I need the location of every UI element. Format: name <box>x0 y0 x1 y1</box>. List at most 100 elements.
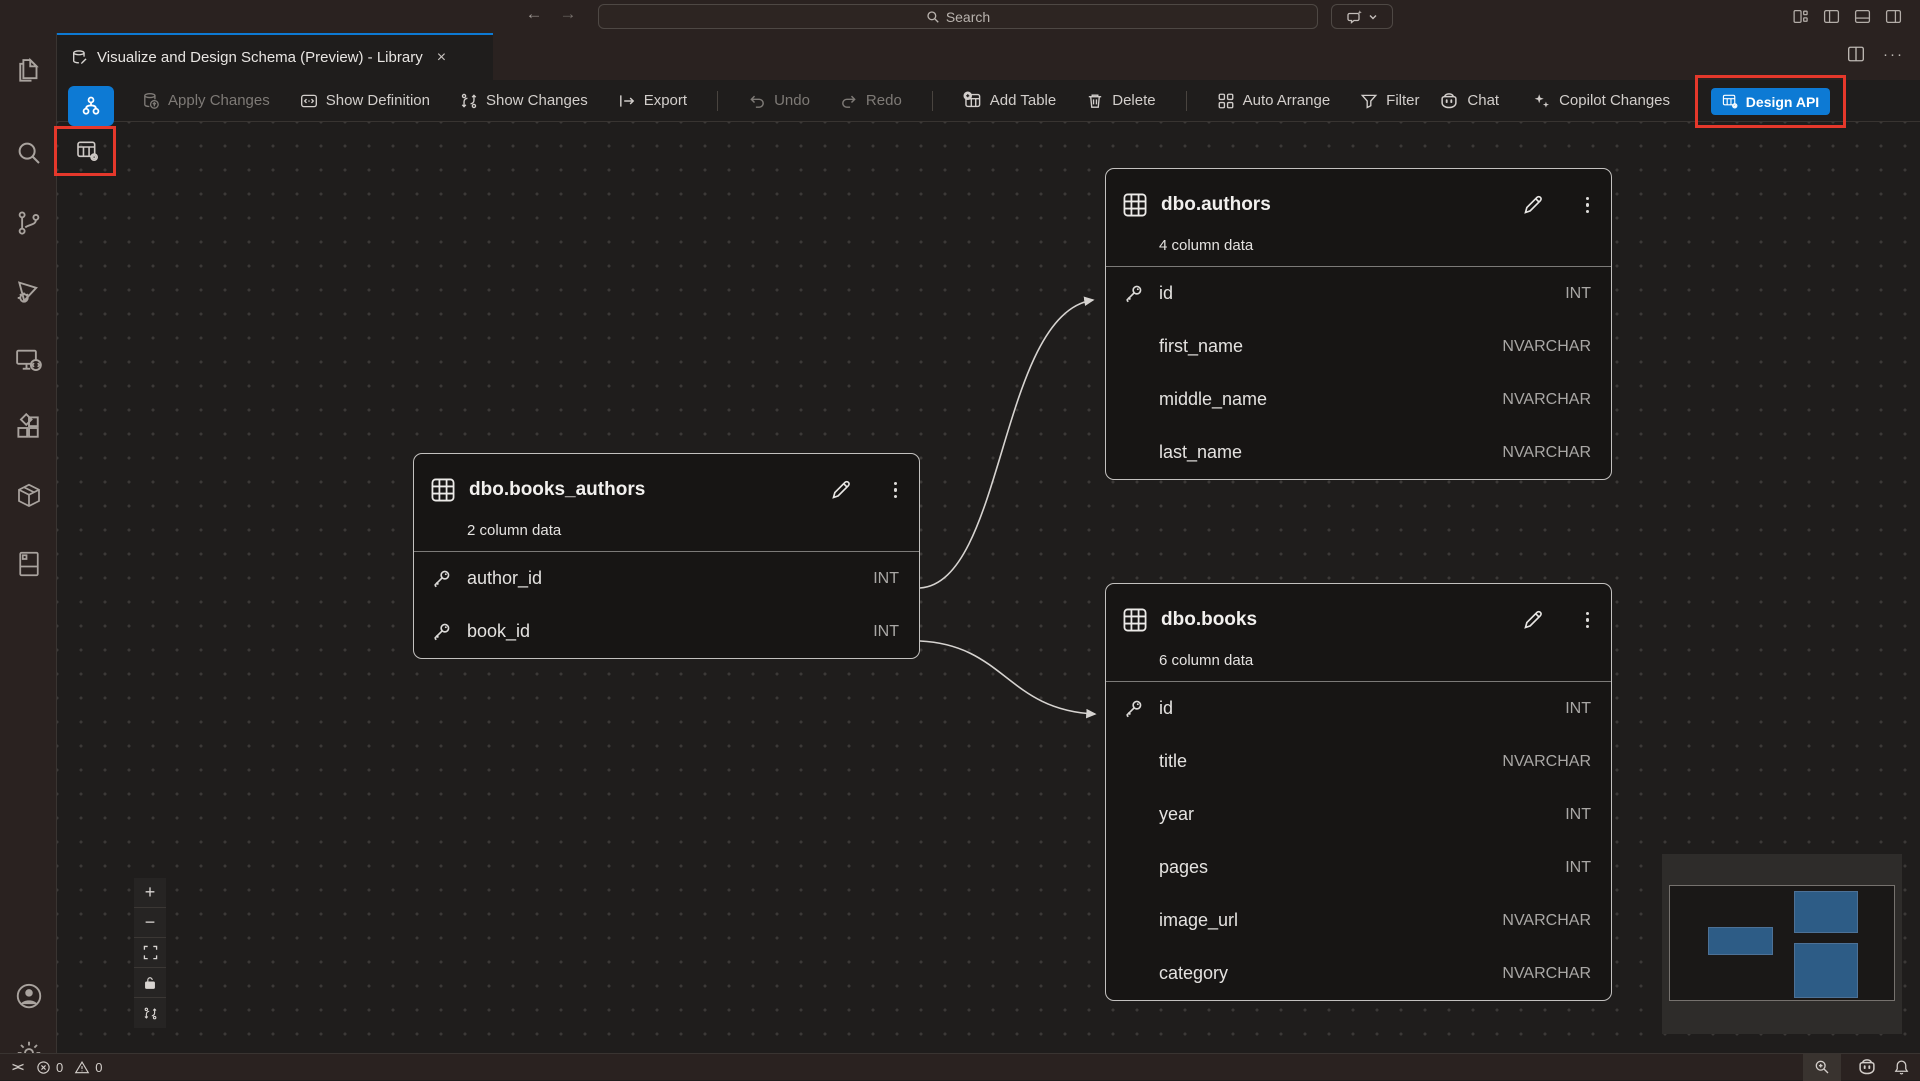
chat-label: Chat <box>1467 92 1499 109</box>
table-row[interactable]: id INT <box>1106 267 1611 320</box>
column-name: pages <box>1159 857 1565 878</box>
search-input[interactable]: Search <box>598 4 1318 29</box>
table-card-authors[interactable]: dbo.authors 4 column data id INT first_n… <box>1105 168 1612 480</box>
explorer-icon[interactable] <box>0 55 57 85</box>
forward-arrow-button[interactable]: → <box>556 4 580 24</box>
table-row[interactable]: book_id INT <box>414 605 919 658</box>
minimap[interactable] <box>1662 854 1902 1034</box>
toggle-secondary-sidebar-icon[interactable] <box>1885 8 1902 25</box>
run-debug-icon[interactable] <box>0 276 57 306</box>
table-row[interactable]: year INT <box>1106 788 1611 841</box>
copilot-chat-button[interactable] <box>1331 4 1393 29</box>
show-definition-button[interactable]: Show Definition <box>300 92 430 110</box>
statusbar-copilot-icon[interactable] <box>1857 1057 1877 1077</box>
primary-key-icon <box>430 621 467 643</box>
copilot-face-icon <box>1439 91 1459 111</box>
warning-count: 0 <box>95 1060 102 1075</box>
notifications-bell-icon[interactable] <box>1893 1059 1910 1076</box>
column-type: INT <box>1565 700 1591 718</box>
source-control-icon[interactable] <box>0 208 57 238</box>
add-table-button[interactable]: Add Table <box>963 91 1056 110</box>
table-card-books[interactable]: dbo.books 6 column data id INT title NVA… <box>1105 583 1612 1001</box>
table-menu-icon[interactable] <box>894 482 898 499</box>
add-table-icon <box>963 91 982 110</box>
error-icon <box>36 1060 51 1075</box>
table-row[interactable]: pages INT <box>1106 841 1611 894</box>
table-row[interactable]: author_id INT <box>414 552 919 605</box>
schema-view-button[interactable] <box>68 86 114 126</box>
undo-button[interactable]: Undo <box>748 92 810 110</box>
column-type: NVARCHAR <box>1502 338 1591 356</box>
filter-button[interactable]: Filter <box>1360 92 1419 110</box>
back-arrow-button[interactable]: ← <box>522 4 546 24</box>
remote-indicator[interactable]: >< <box>12 1060 22 1074</box>
export-button[interactable]: Export <box>618 92 687 110</box>
search-sidebar-icon[interactable] <box>0 138 57 168</box>
tab-strip: Visualize and Design Schema (Preview) - … <box>57 33 1920 80</box>
extensions-icon[interactable] <box>0 413 57 443</box>
split-editor-icon[interactable] <box>1847 45 1865 63</box>
column-type: INT <box>1565 806 1591 824</box>
status-bar: >< 0 0 <box>0 1053 1920 1080</box>
table-menu-icon[interactable] <box>1586 197 1590 214</box>
table-row[interactable]: middle_name NVARCHAR <box>1106 373 1611 426</box>
copilot-changes-button[interactable]: Copilot Changes <box>1533 92 1670 110</box>
table-card-header: dbo.books_authors <box>414 454 919 516</box>
schema-flowchart-icon <box>80 95 102 117</box>
edit-pencil-icon[interactable] <box>1521 608 1545 632</box>
primary-key-icon <box>430 568 467 590</box>
redo-button[interactable]: Redo <box>840 92 902 110</box>
undo-label: Undo <box>774 92 810 109</box>
table-row[interactable]: id INT <box>1106 682 1611 735</box>
fit-view-button[interactable] <box>134 938 166 968</box>
apply-changes-label: Apply Changes <box>168 92 270 109</box>
column-type: NVARCHAR <box>1502 753 1591 771</box>
lock-button[interactable] <box>134 968 166 998</box>
auto-arrange-icon <box>1217 92 1235 110</box>
column-name: author_id <box>467 568 873 589</box>
more-actions-icon[interactable]: ··· <box>1883 46 1904 63</box>
design-api-button[interactable]: Design API <box>1711 88 1830 115</box>
apply-changes-icon <box>142 92 160 110</box>
search-placeholder: Search <box>946 9 990 25</box>
table-row[interactable]: category NVARCHAR <box>1106 947 1611 1000</box>
column-type: NVARCHAR <box>1502 444 1591 462</box>
table-row[interactable]: last_name NVARCHAR <box>1106 426 1611 479</box>
tab-visualize-design-schema[interactable]: Visualize and Design Schema (Preview) - … <box>57 33 493 80</box>
table-card-books-authors[interactable]: dbo.books_authors 2 column data author_i… <box>413 453 920 659</box>
table-row[interactable]: first_name NVARCHAR <box>1106 320 1611 373</box>
account-icon[interactable] <box>0 981 57 1011</box>
column-type: INT <box>873 623 899 641</box>
show-changes-button[interactable]: Show Changes <box>460 92 588 110</box>
table-row[interactable]: title NVARCHAR <box>1106 735 1611 788</box>
toggle-panel-icon[interactable] <box>1854 8 1871 25</box>
container-cube-icon[interactable] <box>0 481 57 511</box>
primary-key-icon <box>1122 698 1159 720</box>
filter-label: Filter <box>1386 92 1419 109</box>
show-definition-icon <box>300 92 318 110</box>
column-name: last_name <box>1159 442 1502 463</box>
edit-pencil-icon[interactable] <box>829 478 853 502</box>
zoom-in-button[interactable]: + <box>134 878 166 908</box>
add-table-label: Add Table <box>990 92 1056 109</box>
problems-indicator[interactable]: 0 0 <box>36 1060 102 1075</box>
table-menu-icon[interactable] <box>1586 612 1590 629</box>
table-name: dbo.authors <box>1161 194 1508 216</box>
schema-canvas[interactable]: dbo.authors 4 column data id INT first_n… <box>57 122 1920 1053</box>
column-type: INT <box>1565 859 1591 877</box>
delete-button[interactable]: Delete <box>1086 92 1155 110</box>
table-row[interactable]: image_url NVARCHAR <box>1106 894 1611 947</box>
tab-close-icon[interactable]: × <box>437 50 446 66</box>
table-card-header: dbo.books <box>1106 584 1611 646</box>
remote-explorer-icon[interactable] <box>0 345 57 375</box>
chat-button[interactable]: Chat <box>1439 91 1499 111</box>
statusbar-zoom-button[interactable] <box>1803 1054 1841 1081</box>
relayout-button[interactable] <box>134 998 166 1028</box>
auto-arrange-button[interactable]: Auto Arrange <box>1217 92 1331 110</box>
edit-pencil-icon[interactable] <box>1521 193 1545 217</box>
database-project-icon[interactable] <box>0 549 57 579</box>
apply-changes-button[interactable]: Apply Changes <box>142 92 270 110</box>
customize-layout-icon[interactable] <box>1792 8 1809 25</box>
toggle-primary-sidebar-icon[interactable] <box>1823 8 1840 25</box>
zoom-out-button[interactable]: − <box>134 908 166 938</box>
